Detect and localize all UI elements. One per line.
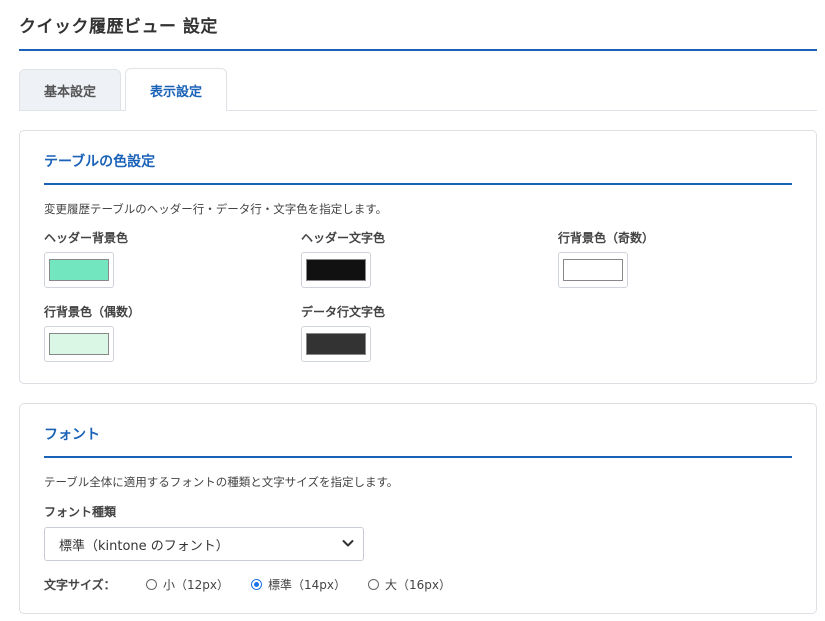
row-bg-even-color-field: 行背景色（偶数） (44, 304, 284, 362)
radio-label: 大（16px） (385, 577, 451, 592)
font-family-select[interactable]: 標準（kintone のフォント） (44, 527, 364, 561)
tab-basic-settings[interactable]: 基本設定 (19, 69, 121, 110)
section-heading: フォント (44, 427, 100, 443)
color-field-label: ヘッダー文字色 (301, 231, 386, 245)
font-settings-card: フォント テーブル全体に適用するフォントの種類と文字サイズを指定します。 フォン… (19, 403, 817, 614)
section-divider (44, 456, 792, 458)
color-swatch (563, 259, 623, 281)
header-bg-color-picker[interactable] (44, 252, 114, 288)
header-text-color-picker[interactable] (301, 252, 371, 288)
font-family-selected-value: 標準（kintone のフォント） (59, 538, 229, 554)
row-bg-odd-color-picker[interactable] (558, 252, 628, 288)
color-field-label: 行背景色（奇数） (558, 231, 655, 245)
font-size-option-standard[interactable]: 標準（14px） (251, 576, 346, 593)
header-text-color-field: ヘッダー文字色 (301, 230, 541, 288)
radio-button[interactable] (368, 578, 379, 590)
color-swatch (49, 333, 109, 355)
section-description: 変更履歴テーブルのヘッダー行・データ行・文字色を指定します。 (44, 202, 388, 216)
font-size-option-small[interactable]: 小（12px） (146, 576, 229, 593)
font-family-label: フォント種類 (44, 505, 117, 519)
color-field-label: ヘッダー背景色 (44, 231, 129, 245)
radio-button[interactable] (251, 578, 262, 590)
radio-label: 標準（14px） (268, 577, 346, 592)
font-size-option-large[interactable]: 大（16px） (368, 576, 451, 593)
page-title: クイック履歴ビュー 設定 (19, 17, 218, 37)
table-color-settings-card: テーブルの色設定 変更履歴テーブルのヘッダー行・データ行・文字色を指定します。 … (19, 130, 817, 384)
color-swatch (306, 333, 366, 355)
section-divider (44, 183, 792, 185)
color-swatch (306, 259, 366, 281)
tab-label: 表示設定 (149, 84, 202, 100)
header-bg-color-field: ヘッダー背景色 (44, 230, 284, 288)
radio-button[interactable] (146, 578, 157, 590)
data-row-text-color-picker[interactable] (301, 326, 371, 362)
font-size-radio-group: 文字サイズ： 小（12px） 標準（14px） 大（16px） (44, 574, 473, 594)
tab-display-settings[interactable]: 表示設定 (125, 68, 227, 111)
tab-label: 基本設定 (43, 84, 96, 100)
chevron-down-icon (342, 540, 354, 547)
tab-bar: 基本設定 表示設定 (19, 68, 817, 111)
section-heading: テーブルの色設定 (44, 154, 156, 170)
row-bg-even-color-picker[interactable] (44, 326, 114, 362)
font-size-label: 文字サイズ： (44, 577, 116, 592)
row-bg-odd-color-field: 行背景色（奇数） (558, 230, 798, 288)
color-swatch (49, 259, 109, 281)
radio-label: 小（12px） (163, 577, 229, 592)
title-divider (19, 49, 817, 51)
color-field-label: 行背景色（偶数） (44, 305, 141, 319)
data-row-text-color-field: データ行文字色 (301, 304, 541, 362)
section-description: テーブル全体に適用するフォントの種類と文字サイズを指定します。 (44, 475, 399, 489)
color-field-label: データ行文字色 (301, 305, 386, 319)
